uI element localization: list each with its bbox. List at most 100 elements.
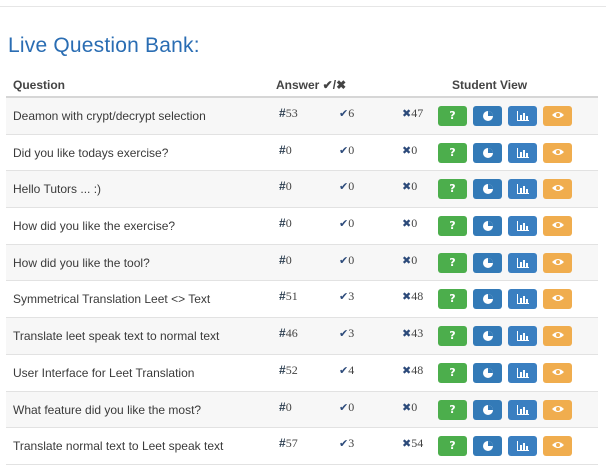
answer-count: #51 [279,289,298,304]
x-icon: ✖ [402,143,412,157]
correct-count-value: 0 [348,252,355,267]
answer-count-value: 0 [285,142,292,157]
check-icon: ✔ [339,327,349,341]
bar-chart-button[interactable] [508,399,537,420]
wrong-count: ✖0 [402,216,417,231]
table-row: Hello Tutors ... :) #0 ✔0 ✖0? [6,171,598,209]
eye-icon [543,440,572,450]
view-button[interactable] [543,106,572,126]
top-divider [0,6,606,7]
check-icon: ✔ [339,217,349,231]
bar-chart-icon [508,147,537,159]
view-button[interactable] [543,179,572,200]
pie-chart-button[interactable] [473,216,502,237]
bar-chart-button[interactable] [508,179,537,200]
bar-chart-icon [508,183,537,195]
wrong-count: ✖47 [402,106,423,121]
header-question: Question [13,78,66,92]
table-row: How did you like the tool? #0 ✔0 ✖0? [6,244,598,282]
view-button[interactable] [543,289,572,310]
bar-chart-button[interactable] [508,326,537,347]
wrong-count-value: 54 [411,436,424,451]
pie-chart-button[interactable] [473,142,502,163]
help-button[interactable]: ? [438,436,467,457]
help-button[interactable]: ? [438,362,467,383]
table-row: User Interface for Leet Translation #52 ✔4… [6,355,598,392]
help-button[interactable]: ? [438,326,467,347]
wrong-count-value: 47 [411,106,424,120]
table-row: How did you like the exercise? #0 ✔ 0 ✖0? [6,208,598,245]
pie-chart-button[interactable] [473,179,502,200]
question-text: Did you like todays exercise? [13,145,169,160]
question-table: Deamon with crypt/decrypt selection #53 ✔6… [6,98,598,465]
pie-chart-button[interactable] [473,399,502,420]
eye-icon [543,183,572,193]
answer-count-value: 52 [285,362,298,377]
bar-chart-button[interactable] [508,289,537,310]
bar-chart-button[interactable] [508,216,537,237]
bar-chart-button[interactable] [508,142,537,163]
view-button[interactable] [543,362,572,383]
correct-count-value: 0 [348,142,355,157]
check-icon: ✔ [339,290,349,304]
wrong-count: ✖0 [402,253,417,268]
wrong-count: ✖0 [402,400,417,415]
wrong-count: ✖48 [402,363,423,378]
answer-count-value: 0 [285,216,292,231]
bar-chart-button[interactable] [508,252,537,273]
pie-chart-icon [473,330,502,342]
view-button[interactable] [543,142,572,163]
hash-icon: # [279,252,286,267]
bar-chart-button[interactable] [508,106,537,126]
pie-chart-button[interactable] [473,436,502,457]
eye-icon [543,367,572,377]
pie-chart-icon [473,440,502,452]
help-button[interactable]: ? [438,142,467,163]
table-row: Translate normal text to Leet speak text… [6,428,598,465]
x-icon: ✖ [402,363,412,377]
view-button[interactable] [543,252,572,273]
pie-chart-icon [473,404,502,416]
help-button[interactable]: ? [438,399,467,420]
bar-chart-icon [508,367,537,379]
view-button[interactable] [543,399,572,420]
answer-count: #0 [279,216,292,231]
x-icon: ✖ [402,327,412,341]
wrong-count: ✖0 [402,179,417,194]
hash-icon: # [279,179,286,194]
hash-icon: # [279,142,286,157]
view-button[interactable] [543,436,572,457]
page-title: Live Question Bank: [8,34,200,57]
bar-chart-button[interactable] [508,436,537,457]
table-row: Translate leet speak text to normal text… [6,318,598,355]
help-button[interactable]: ? [438,216,467,237]
help-button[interactable]: ? [438,106,467,126]
help-button[interactable]: ? [438,289,467,310]
help-button[interactable]: ? [438,252,467,273]
eye-icon [543,257,572,267]
pie-chart-icon [473,220,502,232]
wrong-count-value: 48 [411,289,424,304]
correct-count-value: 4 [348,362,355,377]
pie-chart-button[interactable] [473,106,502,126]
correct-count-value: 3 [348,436,355,451]
help-button[interactable]: ? [438,179,467,200]
pie-chart-button[interactable] [473,362,502,383]
answer-count-value: 53 [285,106,298,120]
pie-chart-button[interactable] [473,252,502,273]
pie-chart-icon [473,293,502,305]
view-button[interactable] [543,326,572,347]
x-icon: ✖ [402,437,412,451]
view-button[interactable] [543,216,572,237]
check-icon: ✔ [339,253,349,267]
correct-count: ✔3 [339,326,354,341]
bar-chart-button[interactable] [508,362,537,383]
question-text: How did you like the exercise? [13,219,176,234]
correct-count: ✔4 [339,363,354,378]
wrong-count-value: 43 [411,326,424,341]
correct-count-value: 0 [348,399,355,414]
pie-chart-button[interactable] [473,289,502,310]
check-icon: ✔ [339,180,349,194]
pie-chart-icon [473,367,502,379]
pie-chart-button[interactable] [473,326,502,347]
